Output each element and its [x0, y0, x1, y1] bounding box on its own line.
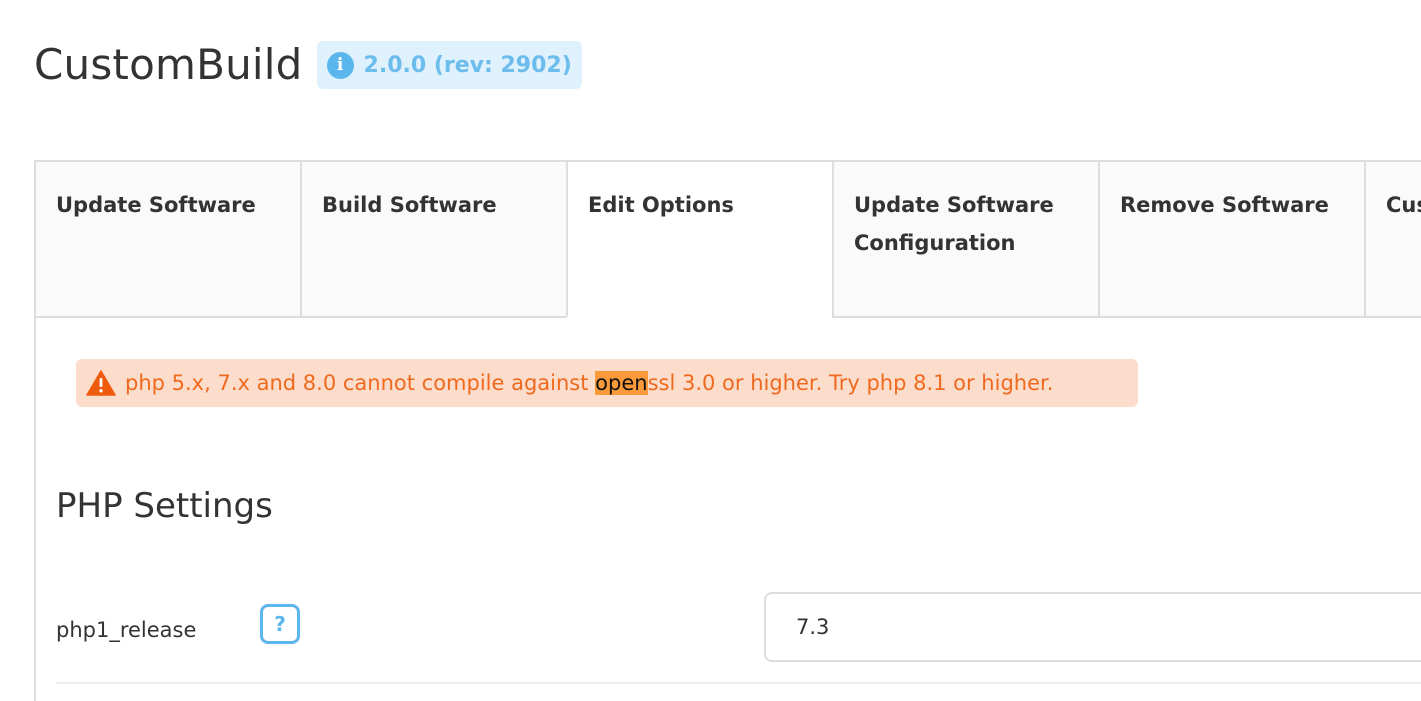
alert-text-start: php 5.x, 7.x and 8.0 cannot compile agai…	[125, 371, 596, 395]
alert-message: php 5.x, 7.x and 8.0 cannot compile agai…	[125, 371, 1053, 395]
help-button[interactable]: ?	[260, 604, 300, 644]
select-value: 7.3	[796, 615, 830, 639]
info-icon: i	[326, 51, 354, 79]
page: CustomBuild i 2.0.0 (rev: 2902) Update S…	[0, 0, 1421, 701]
tab-bar: Update Software Build Software Edit Opti…	[34, 160, 1421, 319]
tab-update-software-configuration[interactable]: Update Software Configuration	[832, 160, 1098, 318]
tab-remove-software[interactable]: Remove Software	[1098, 160, 1364, 318]
page-header: CustomBuild i 2.0.0 (rev: 2902)	[34, 38, 582, 92]
search-highlight: open	[595, 371, 648, 395]
alert-text-end: ssl 3.0 or higher. Try php 8.1 or higher…	[647, 371, 1054, 395]
warning-icon	[86, 370, 116, 396]
section-title: PHP Settings	[56, 486, 273, 526]
question-mark-icon: ?	[274, 612, 286, 636]
tab-build-software[interactable]: Build Software	[300, 160, 566, 318]
warning-alert: php 5.x, 7.x and 8.0 cannot compile agai…	[76, 359, 1138, 407]
page-title: CustomBuild	[34, 40, 303, 89]
tab-content-panel: php 5.x, 7.x and 8.0 cannot compile agai…	[34, 318, 1421, 701]
tab-edit-options[interactable]: Edit Options	[566, 160, 832, 318]
version-text: 2.0.0 (rev: 2902)	[363, 52, 572, 78]
php1-release-select[interactable]: 7.3	[764, 592, 1421, 662]
version-badge: i 2.0.0 (rev: 2902)	[316, 41, 582, 89]
setting-row: php1_release ? 7.3	[56, 590, 1421, 684]
tab-update-software[interactable]: Update Software	[34, 160, 300, 318]
tab-custom-functions[interactable]: Custom Functions	[1364, 160, 1421, 318]
setting-label: php1_release	[56, 618, 197, 642]
